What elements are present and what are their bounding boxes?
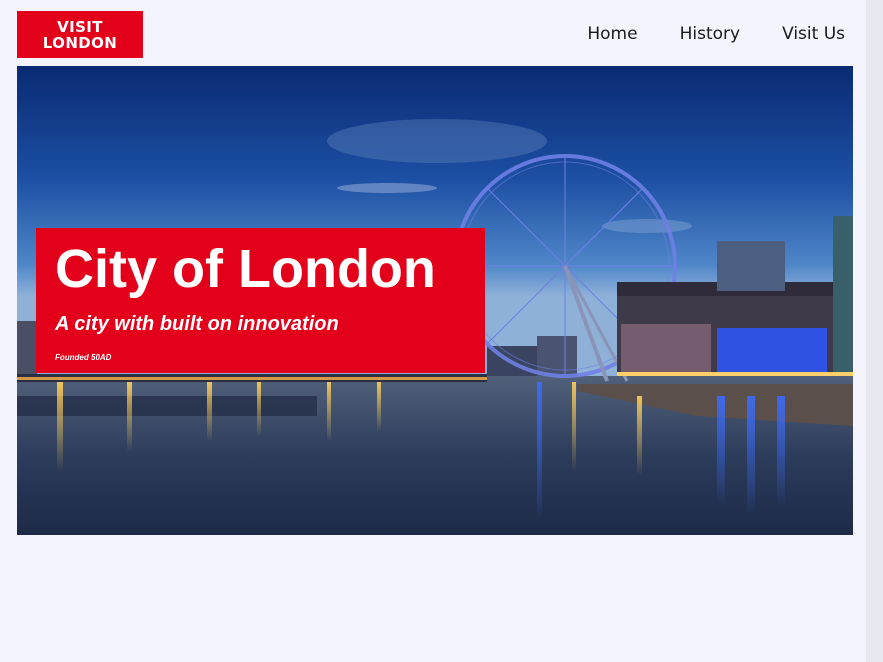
- logo-line-2: LONDON: [42, 33, 118, 52]
- logo-line-1: VISIT: [57, 17, 103, 36]
- hero-founded-caption: Founded 50AD: [55, 353, 112, 362]
- hero-title-card: City of London A city with built on inno…: [36, 228, 485, 373]
- nav-home-link[interactable]: Home: [587, 22, 637, 46]
- nav-history-link[interactable]: History: [680, 22, 740, 46]
- page-right-edge: [866, 0, 883, 662]
- visit-london-logo[interactable]: VISIT LONDON: [17, 11, 143, 58]
- page: VISIT LONDON Home History Visit Us City …: [0, 0, 866, 662]
- hero-title: City of London: [55, 239, 436, 299]
- main-nav: Home History Visit Us: [587, 22, 845, 46]
- hero-subtitle: A city with built on innovation: [55, 313, 339, 335]
- nav-visit-us-link[interactable]: Visit Us: [782, 22, 845, 46]
- hero-banner: City of London A city with built on inno…: [17, 66, 853, 535]
